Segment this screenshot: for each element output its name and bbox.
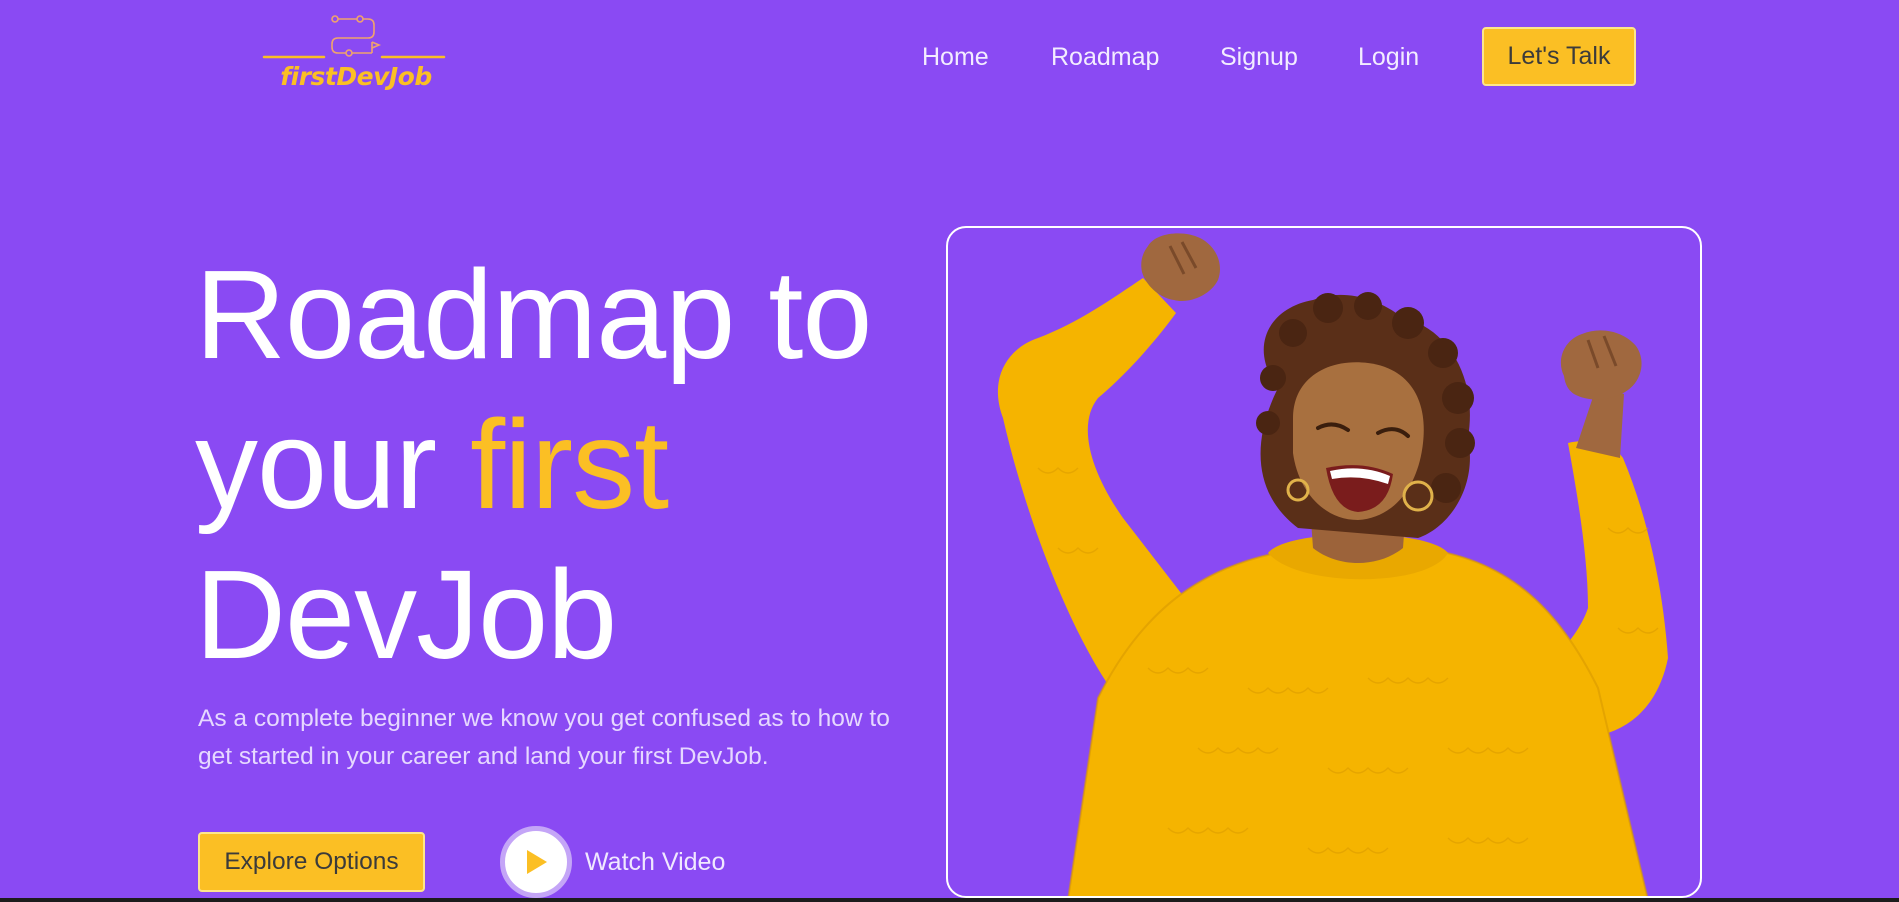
watch-video-button[interactable]	[500, 826, 572, 898]
lets-talk-button[interactable]: Let's Talk	[1482, 27, 1636, 86]
nav-signup-link[interactable]: Signup	[1220, 40, 1298, 74]
hero-photo-frame	[946, 226, 1702, 898]
hero-description: As a complete beginner we know you get c…	[198, 705, 890, 770]
nav-login-link[interactable]: Login	[1358, 40, 1419, 74]
hero-title-line-1: Roadmap to	[195, 244, 872, 385]
play-icon	[527, 850, 547, 874]
nav-roadmap-link[interactable]: Roadmap	[1051, 40, 1159, 74]
hero-title-accent: first	[470, 394, 669, 535]
hero-title-line-2: your first	[195, 390, 871, 540]
celebrating-woman-image	[997, 233, 1668, 896]
hero-title-your: your	[195, 394, 437, 535]
page-bottom-edge	[0, 898, 1899, 902]
hero-title-line-3: DevJob	[195, 544, 617, 685]
hero-title: Roadmap to your first DevJob	[195, 240, 872, 690]
explore-options-button[interactable]: Explore Options	[198, 832, 425, 892]
nav-home-link[interactable]: Home	[922, 40, 989, 74]
watch-video-label[interactable]: Watch Video	[585, 845, 725, 879]
